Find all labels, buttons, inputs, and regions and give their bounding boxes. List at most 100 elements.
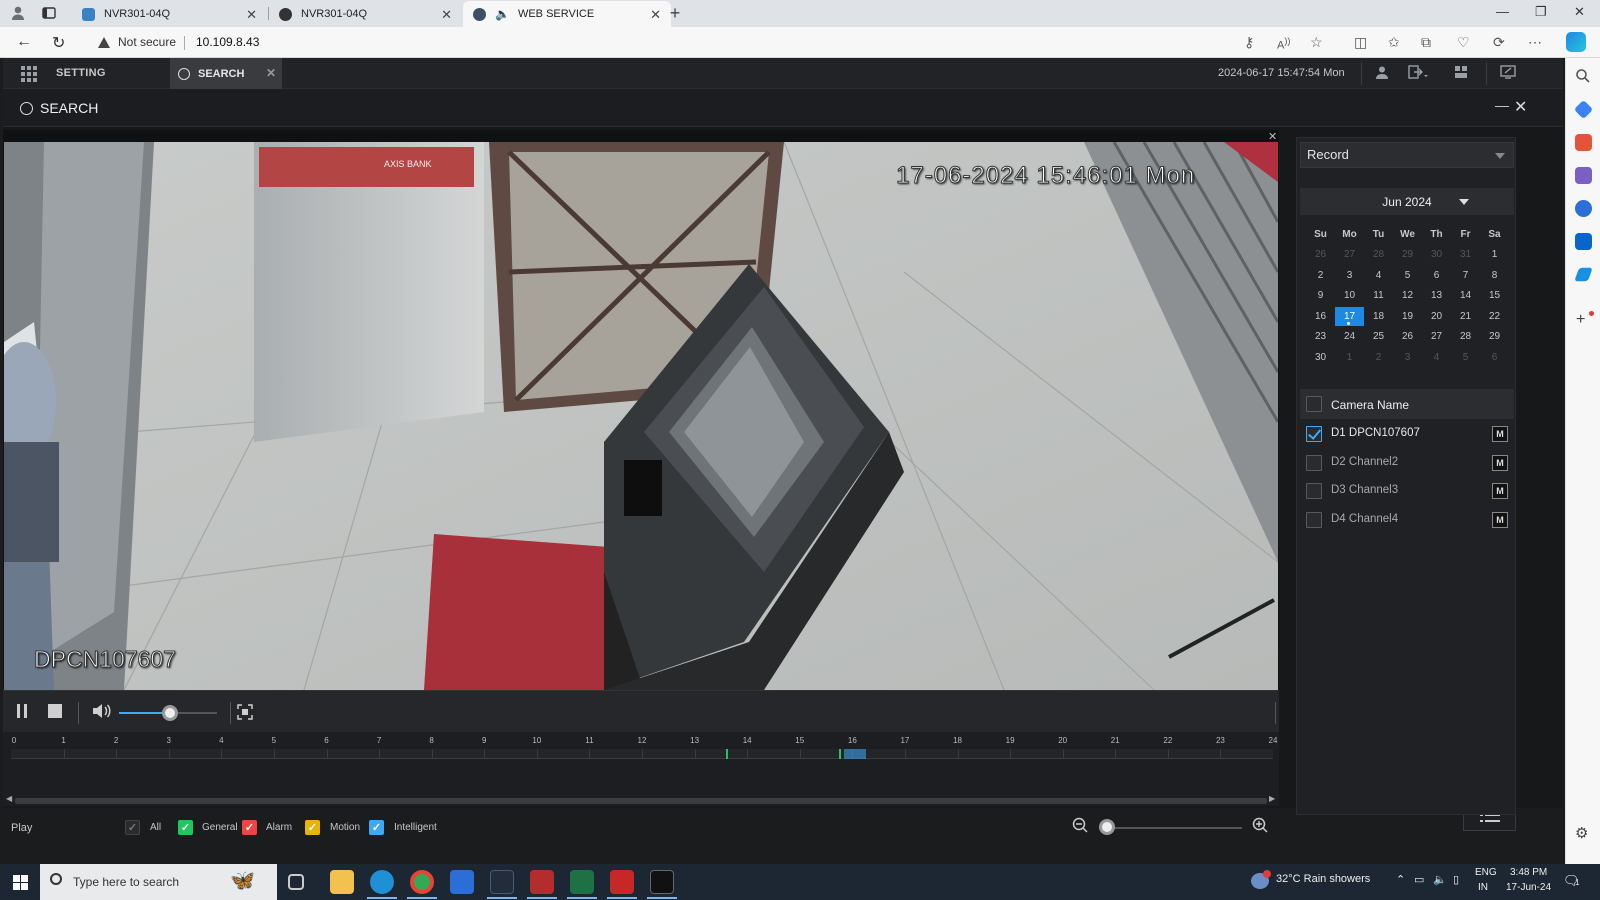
new-tab-icon[interactable]: + [667,3,683,23]
url-field[interactable]: 10.109.8.43 [196,35,259,49]
close-tab-icon[interactable]: ✕ [246,7,257,23]
live-view-icon[interactable] [1500,65,1516,82]
split-screen-icon[interactable]: ◫ [1354,34,1367,51]
timeline-record-mark[interactable] [844,749,867,759]
refresh-icon[interactable]: ↻ [52,33,65,53]
recording-timeline[interactable]: 0 1 2 3 4 5 6 7 8 9 10 11 12 13 14 15 16 17 18 19 20 21 22 23 24 [3,732,1279,796]
extensions-icon[interactable]: ⟳ [1493,34,1505,51]
timeline-track[interactable] [11,749,1273,759]
calendar-day[interactable]: 29 [1480,331,1509,342]
calendar-day[interactable]: 13 [1422,290,1451,301]
windows-start-icon[interactable] [13,875,28,890]
calendar-day[interactable]: 27 [1335,249,1364,260]
browser-tab-1[interactable]: NVR301-04Q ✕ [72,1,267,27]
weather-text[interactable]: 32°C Rain showers [1276,873,1370,885]
month-dropdown-icon[interactable] [1459,199,1469,205]
calendar-day[interactable]: 2 [1306,270,1335,281]
favorites-icon[interactable]: ✩ [1388,34,1400,51]
minimize-window-icon[interactable]: — [1496,4,1509,19]
calendar-day[interactable]: 24 [1335,331,1364,342]
camera-checkbox[interactable] [1306,483,1322,499]
tab-actions-icon[interactable] [41,5,57,21]
calendar-day[interactable]: 22 [1480,311,1509,322]
calendar-day[interactable]: 6 [1480,352,1509,363]
calendar-day[interactable]: 4 [1364,270,1393,281]
timeline-record-mark[interactable] [839,749,842,759]
calendar-day[interactable]: 29 [1393,249,1422,260]
calendar-day[interactable]: 15 [1480,290,1509,301]
taskbar-search-box[interactable]: Type here to search 🦋 [40,864,277,900]
menu-grid-icon[interactable] [21,66,37,82]
camera-checkbox[interactable] [1306,511,1322,528]
file-explorer-icon[interactable] [330,870,354,894]
select-all-cameras-checkbox[interactable] [1306,396,1322,412]
calendar-day[interactable]: 23 [1306,331,1335,342]
calendar-day[interactable]: 28 [1364,249,1393,260]
video-pane[interactable]: ✕ AXIS BANK 17-06-2024 15:46:01 Mon DPCN… [3,130,1279,690]
camera-stream-button[interactable]: M [1492,483,1508,499]
zoom-in-icon[interactable] [1252,817,1268,837]
store-icon[interactable] [450,870,474,894]
battery-icon[interactable]: ▯ [1453,873,1459,886]
terminal-icon[interactable] [650,870,674,894]
speaker-icon[interactable]: 🔈 [495,7,510,21]
edge-browser-icon[interactable] [370,870,394,894]
search-icon[interactable] [1575,68,1592,85]
app-icon[interactable] [490,870,514,894]
speaker-tray-icon[interactable]: 🔈 [1433,873,1447,886]
calendar-day[interactable]: 4 [1422,352,1451,363]
shopping-tag-icon[interactable] [1573,99,1594,120]
send-icon[interactable] [1574,267,1593,282]
calendar-day[interactable]: 3 [1335,270,1364,281]
favorite-star-icon[interactable]: ☆ [1310,34,1323,51]
calendar-day[interactable]: 21 [1451,311,1480,322]
back-icon[interactable]: ← [16,33,32,51]
calendar-day[interactable]: 28 [1451,331,1480,342]
calendar-day[interactable]: 17 [1335,306,1364,326]
timeline-scrollbar[interactable]: ◀ ▶ [3,794,1279,806]
clock-date[interactable]: 17-Jun-24 [1506,882,1551,893]
network-icon[interactable]: ▭ [1414,873,1424,886]
calendar-day[interactable]: 8 [1480,270,1509,281]
calendar-day[interactable]: 6 [1422,270,1451,281]
filter-all-checkbox[interactable]: ✓ [125,820,140,835]
close-tab-icon[interactable]: ✕ [650,7,661,23]
pause-icon[interactable] [15,703,29,724]
calendar-day[interactable]: 7 [1451,270,1480,281]
browser-tab-3[interactable]: 🔈 WEB SERVICE ✕ [463,1,671,27]
camera-list-item[interactable]: D4 Channel4 M [1300,506,1514,534]
calendar-day[interactable]: 31 [1451,249,1480,260]
timeline-zoom-knob[interactable] [1099,819,1115,835]
camera-stream-button[interactable]: M [1492,511,1508,528]
copilot-icon[interactable] [1566,32,1586,52]
calendar-day[interactable]: 16 [1306,311,1335,322]
camera-stream-button[interactable]: M [1492,426,1508,442]
logout-icon[interactable] [1408,65,1428,82]
calendar-day[interactable]: 1 [1480,249,1509,260]
close-search-tab-icon[interactable]: ✕ [266,66,276,80]
volume-slider-knob[interactable] [161,705,178,721]
scroll-thumb[interactable] [15,798,1267,804]
scroll-right-icon[interactable]: ▶ [1269,794,1275,803]
filter-motion-checkbox[interactable]: ✓ [305,820,320,835]
games-icon[interactable] [1575,167,1592,184]
restore-window-icon[interactable]: ❐ [1535,4,1547,20]
add-sidebar-icon[interactable]: + [1576,311,1585,329]
more-options-icon[interactable]: ⋯ [1528,34,1542,51]
layout-icon[interactable] [1454,65,1468,82]
office-icon[interactable] [1575,200,1592,217]
tray-expand-icon[interactable]: ⌃ [1396,873,1405,886]
close-panel-icon[interactable]: ✕ [1514,97,1527,117]
calendar-day[interactable]: 5 [1393,270,1422,281]
record-type-select[interactable]: Record [1300,142,1514,168]
calendar-day[interactable]: 30 [1306,352,1335,363]
calendar-day[interactable]: 30 [1422,249,1451,260]
volume-icon[interactable] [91,702,111,725]
calendar-day[interactable]: 3 [1393,352,1422,363]
fullscreen-icon[interactable] [237,704,253,725]
collections-icon[interactable]: ⧉ [1421,34,1431,51]
timeline-zoom-track[interactable] [1110,827,1242,829]
task-view-icon[interactable] [288,874,304,890]
calendar-day[interactable]: 5 [1451,352,1480,363]
calendar-day[interactable]: 2 [1364,352,1393,363]
